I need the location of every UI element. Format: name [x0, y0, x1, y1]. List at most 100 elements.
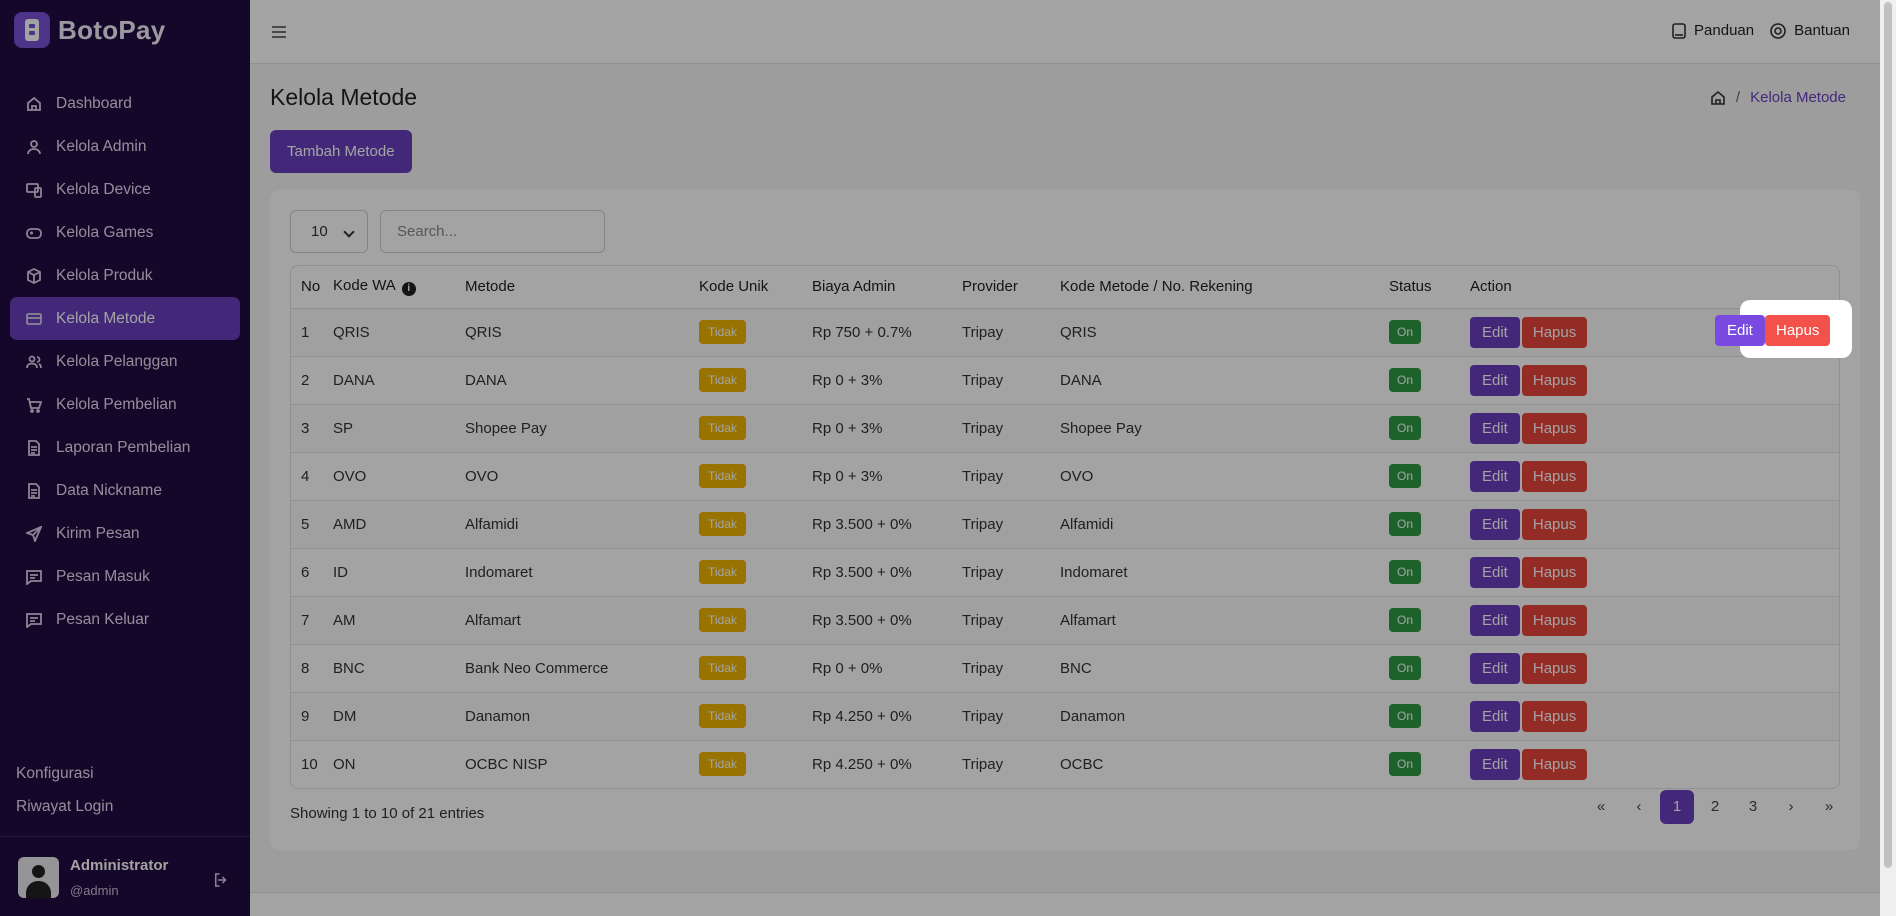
help-link[interactable]: Bantuan [1770, 22, 1850, 39]
cell-no: 5 [291, 500, 323, 549]
sidebar-item-kelola-admin[interactable]: Kelola Admin [10, 125, 240, 168]
sidebar-item-label: Kirim Pesan [56, 524, 140, 542]
cell-rekening: DANA [1050, 356, 1379, 405]
pager-next-button[interactable]: › [1774, 790, 1808, 824]
cell-metode: DANA [455, 356, 689, 405]
cell-metode: QRIS [455, 308, 689, 357]
status-badge: On [1389, 704, 1422, 728]
sidebar-item-pesan-masuk[interactable]: Pesan Masuk [10, 555, 240, 598]
cell-biaya-admin: Rp 4.250 + 0% [812, 755, 912, 773]
avatar [18, 857, 59, 898]
pager-last-button[interactable]: » [1812, 790, 1846, 824]
sidebar-item-label: Kelola Device [56, 180, 151, 198]
edit-button[interactable]: Edit [1470, 604, 1520, 636]
delete-button[interactable]: Hapus [1521, 700, 1588, 732]
cell-action: Edit Hapus [1460, 740, 1839, 788]
highlighted-delete-button[interactable]: Hapus [1765, 315, 1831, 346]
entries-info: Showing 1 to 10 of 21 entries [290, 805, 485, 822]
pager-prev-button[interactable]: ‹ [1622, 790, 1656, 824]
sidebar-item-kelola-device[interactable]: Kelola Device [10, 168, 240, 211]
cell-status: On [1379, 596, 1460, 645]
cell-no: 8 [291, 644, 323, 693]
cell-kode-unik: Tidak [689, 308, 802, 357]
delete-button[interactable]: Hapus [1521, 508, 1588, 540]
delete-button[interactable]: Hapus [1521, 316, 1588, 348]
status-badge: Tidak [699, 368, 746, 392]
edit-button[interactable]: Edit [1470, 652, 1520, 684]
page-size-select[interactable]: 10 [290, 210, 368, 253]
cell-rekening: OCBC [1060, 755, 1104, 773]
sidebar-item-laporan-pembelian[interactable]: Laporan Pembelian [10, 426, 240, 469]
delete-button[interactable]: Hapus [1521, 652, 1588, 684]
page-scrollbar[interactable] [1880, 0, 1896, 916]
edit-button[interactable]: Edit [1470, 700, 1520, 732]
pager-first-button[interactable]: « [1584, 790, 1618, 824]
pager-page-2[interactable]: 2 [1698, 790, 1732, 824]
sidebar-item-kirim-pesan[interactable]: Kirim Pesan [10, 512, 240, 555]
edit-button[interactable]: Edit [1470, 508, 1520, 540]
home-icon[interactable] [1710, 90, 1726, 106]
edit-button[interactable]: Edit [1470, 748, 1520, 780]
sidebar-item-kelola-produk[interactable]: Kelola Produk [10, 254, 240, 297]
cell-provider: Tripay [952, 644, 1050, 693]
logout-icon[interactable] [212, 871, 230, 889]
cell-metode: Shopee Pay [455, 404, 689, 453]
edit-button[interactable]: Edit [1470, 460, 1520, 492]
status-badge: Tidak [699, 320, 746, 344]
status-badge: On [1389, 560, 1422, 584]
sidebar-item-konfigurasi[interactable]: Konfigurasi [16, 762, 113, 795]
edit-button[interactable]: Edit [1470, 412, 1520, 444]
sidebar-item-dashboard[interactable]: Dashboard [10, 82, 240, 125]
pager-page-1[interactable]: 1 [1660, 790, 1694, 824]
methods-card: 10 No Kode WA i Metode Kode Unik Biaya Admin P… [270, 190, 1860, 850]
devices-icon [26, 182, 42, 198]
sidebar: BotoPay Dashboard Kelola Admin Kelola Devi… [0, 0, 250, 916]
cell-action: Edit Hapus [1460, 548, 1839, 597]
sidebar-item-kelola-games[interactable]: Kelola Games [10, 211, 240, 254]
edit-button[interactable]: Edit [1470, 316, 1520, 348]
table-row: 8 BNC Bank Neo Commerce Tidak Rp 0 + 0% Tripa… [291, 644, 1839, 693]
cell-status: On [1379, 740, 1460, 788]
cell-metode: Danamon [455, 692, 689, 741]
info-icon[interactable]: i [401, 282, 416, 297]
brand[interactable]: BotoPay [14, 12, 166, 48]
sidebar-item-data-nickname[interactable]: Data Nickname [10, 469, 240, 512]
cell-rekening: Indomaret [1050, 548, 1379, 597]
message-icon [26, 612, 42, 628]
user-name: Administrator [70, 857, 169, 874]
status-badge: Tidak [699, 656, 746, 680]
delete-button[interactable]: Hapus [1521, 412, 1588, 444]
pager-page-3[interactable]: 3 [1736, 790, 1770, 824]
edit-button[interactable]: Edit [1470, 364, 1520, 396]
sidebar-item-label: Pesan Masuk [56, 567, 150, 585]
sidebar-item-pesan-keluar[interactable]: Pesan Keluar [10, 598, 240, 641]
cell-status: On [1379, 356, 1460, 405]
sidebar-item-kelola-pelanggan[interactable]: Kelola Pelanggan [10, 340, 240, 383]
cell-kode-wa: AMD [323, 500, 455, 549]
sidebar-item-label: Dashboard [56, 94, 132, 112]
book-icon [1672, 22, 1686, 39]
delete-button[interactable]: Hapus [1521, 364, 1588, 396]
sidebar-item-label: Laporan Pembelian [56, 438, 191, 456]
sidebar-item-kelola-metode[interactable]: Kelola Metode [10, 297, 240, 340]
delete-button[interactable]: Hapus [1521, 556, 1588, 588]
sidebar-item-kelola-pembelian[interactable]: Kelola Pembelian [10, 383, 240, 426]
add-method-button[interactable]: Tambah Metode [270, 130, 412, 173]
table-row: 2 DANA DANA Tidak Rp 0 + 3% Tripay DANA On Edit H… [291, 356, 1839, 405]
delete-button[interactable]: Hapus [1521, 748, 1588, 780]
cell-kode-unik: Tidak [689, 548, 802, 597]
highlighted-edit-button[interactable]: Edit [1715, 315, 1765, 346]
sidebar-item-riwayat-login[interactable]: Riwayat Login [16, 795, 113, 828]
edit-button[interactable]: Edit [1470, 556, 1520, 588]
delete-button[interactable]: Hapus [1521, 604, 1588, 636]
box-icon [26, 267, 42, 284]
guide-link[interactable]: Panduan [1672, 22, 1754, 39]
cell-kode-wa: QRIS [323, 308, 455, 357]
table-row: 1 QRIS QRIS Tidak Rp 750 + 0.7% Tripay QRIS On E… [291, 308, 1839, 357]
delete-button[interactable]: Hapus [1521, 460, 1588, 492]
menu-toggle-icon[interactable] [272, 26, 286, 38]
search-input[interactable] [380, 210, 605, 253]
cell-no: 2 [291, 356, 323, 405]
lifebuoy-icon [1770, 22, 1786, 39]
cell-provider: Tripay [952, 356, 1050, 405]
